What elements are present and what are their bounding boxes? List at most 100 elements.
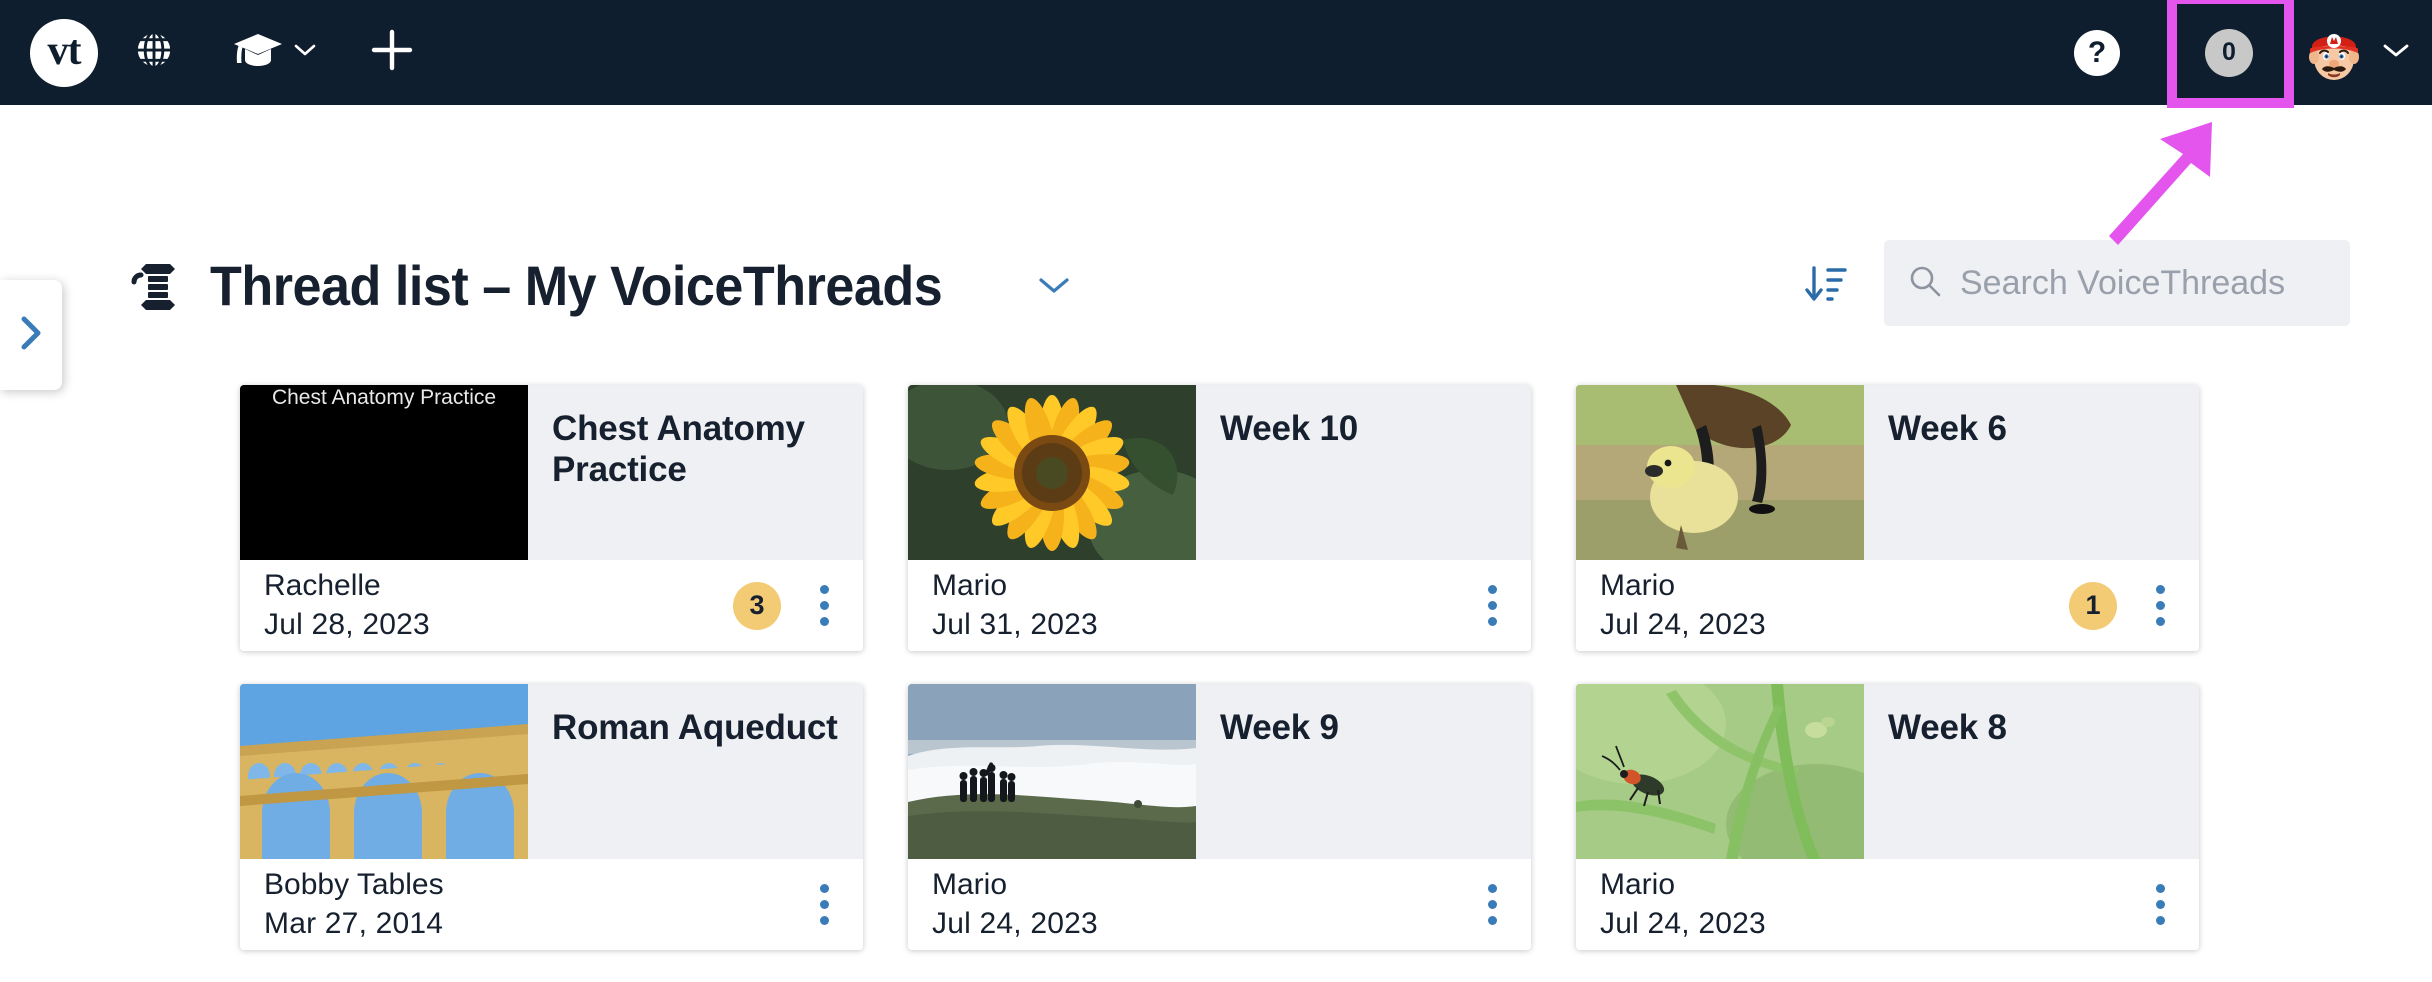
card-footer: Mario Jul 24, 2023 xyxy=(908,859,1531,950)
kebab-dot xyxy=(1487,585,1497,594)
page-title: Thread list – My VoiceThreads xyxy=(210,253,943,317)
top-navigation-bar: vt ? 0 xyxy=(0,0,2432,105)
help-button[interactable]: ? xyxy=(2074,29,2120,76)
comment-count-badge: 3 xyxy=(733,581,781,630)
notification-count-value: 0 xyxy=(2222,38,2236,66)
card-footer: Mario Jul 24, 2023 xyxy=(1576,859,2199,950)
card-top: Chest Anatomy Practice Chest Anatomy Pra… xyxy=(240,385,863,560)
card-top: Week 9 xyxy=(908,684,1531,859)
sort-button[interactable] xyxy=(1800,263,1852,309)
notification-count-button[interactable]: 0 xyxy=(2166,0,2292,105)
card-footer-actions: 1 xyxy=(2069,581,2177,630)
globe-nav-button[interactable] xyxy=(98,0,210,105)
search-box[interactable] xyxy=(1884,240,2350,326)
card-footer-actions xyxy=(2143,881,2177,929)
chevron-down-icon xyxy=(2382,42,2410,63)
kebab-dot xyxy=(2155,601,2165,610)
kebab-dot xyxy=(1487,884,1497,893)
thumbnail-beetle[interactable] xyxy=(1576,684,1864,859)
card-meta: Mario Jul 31, 2023 xyxy=(932,567,1098,644)
card-options-menu-button[interactable] xyxy=(1475,582,1509,630)
comment-count-value: 1 xyxy=(2085,590,2101,620)
courses-nav-button[interactable] xyxy=(210,0,338,105)
chevron-down-icon xyxy=(294,43,316,62)
comment-count-value: 3 xyxy=(749,590,765,620)
card-title: Week 10 xyxy=(1220,409,1359,448)
globe-icon xyxy=(131,27,177,78)
plus-icon xyxy=(369,27,415,78)
topbar-left-group: vt xyxy=(0,0,446,105)
kebab-dot xyxy=(2155,585,2165,594)
thumbnail-chest-anatomy-practice[interactable]: Chest Anatomy Practice xyxy=(240,385,528,560)
search-input[interactable] xyxy=(1960,263,2326,303)
page-header: Thread list – My VoiceThreads xyxy=(0,225,2432,345)
kebab-dot xyxy=(1487,916,1497,925)
question-mark-icon: ? xyxy=(2087,35,2107,69)
page-title-dropdown[interactable] xyxy=(1037,275,1071,295)
thumbnail-caption: Chest Anatomy Practice xyxy=(240,385,528,560)
card-options-menu-button[interactable] xyxy=(2143,582,2177,630)
card-top: Roman Aqueduct xyxy=(240,684,863,859)
card-date: Jul 28, 2023 xyxy=(264,607,430,641)
card-footer: Bobby Tables Mar 27, 2014 xyxy=(240,859,863,950)
voicethread-logo[interactable]: vt xyxy=(30,18,98,87)
kebab-dot xyxy=(2155,884,2165,893)
thread-card[interactable]: Week 8 Mario Jul 24, 2023 xyxy=(1576,684,2199,950)
topbar-right-group: ? 0 xyxy=(2074,0,2432,105)
kebab-dot xyxy=(819,617,829,626)
card-footer-actions: 3 xyxy=(733,581,841,630)
thumbnail-sunflower[interactable] xyxy=(908,385,1196,560)
page-title-group: Thread list – My VoiceThreads xyxy=(128,225,1071,345)
voicethread-logo-text: vt xyxy=(47,27,82,74)
card-footer: Rachelle Jul 28, 2023 3 xyxy=(240,560,863,651)
card-author: Rachelle xyxy=(264,569,381,603)
kebab-dot xyxy=(2155,617,2165,626)
graduation-cap-icon xyxy=(232,30,284,75)
kebab-dot xyxy=(2155,916,2165,925)
kebab-dot xyxy=(1487,900,1497,909)
thumbnail-gosling[interactable] xyxy=(1576,385,1864,560)
thread-card[interactable]: Week 9 Mario Jul 24, 2023 xyxy=(908,684,1531,950)
card-title: Week 6 xyxy=(1888,409,2007,448)
user-menu-button[interactable] xyxy=(2304,22,2410,83)
kebab-dot xyxy=(819,601,829,610)
card-meta: Mario Jul 24, 2023 xyxy=(1600,567,1766,644)
card-footer: Mario Jul 24, 2023 1 xyxy=(1576,560,2199,651)
thread-card[interactable]: Chest Anatomy Practice Chest Anatomy Pra… xyxy=(240,385,863,651)
comment-count-badge: 1 xyxy=(2069,581,2117,630)
thumbnail-cloudscape[interactable] xyxy=(908,684,1196,859)
card-meta: Rachelle Jul 28, 2023 xyxy=(264,567,430,644)
thumbnail-roman-aqueduct[interactable] xyxy=(240,684,528,859)
kebab-dot xyxy=(1487,617,1497,626)
mario-avatar xyxy=(2304,22,2364,83)
card-top: Week 10 xyxy=(908,385,1531,560)
card-options-menu-button[interactable] xyxy=(807,881,841,929)
sort-descending-icon xyxy=(1803,262,1849,311)
card-author: Mario xyxy=(932,569,1008,603)
card-title: Week 8 xyxy=(1888,708,2007,747)
kebab-dot xyxy=(1487,601,1497,610)
card-options-menu-button[interactable] xyxy=(1475,881,1509,929)
card-date: Jul 24, 2023 xyxy=(1600,607,1766,641)
card-date: Jul 24, 2023 xyxy=(1600,906,1766,940)
thread-card[interactable]: Week 6 Mario Jul 24, 2023 1 xyxy=(1576,385,2199,651)
card-date: Mar 27, 2014 xyxy=(264,906,444,940)
create-new-button[interactable] xyxy=(338,0,446,105)
thread-spool-icon xyxy=(128,255,184,316)
card-footer: Mario Jul 31, 2023 xyxy=(908,560,1531,651)
card-meta: Mario Jul 24, 2023 xyxy=(1600,866,1766,943)
thread-card[interactable]: Week 10 Mario Jul 31, 2023 xyxy=(908,385,1531,651)
card-options-menu-button[interactable] xyxy=(2143,881,2177,929)
card-options-menu-button[interactable] xyxy=(807,582,841,630)
card-meta: Mario Jul 24, 2023 xyxy=(932,866,1098,943)
card-footer-actions xyxy=(1475,582,1509,630)
card-title: Week 9 xyxy=(1220,708,1339,747)
card-title: Chest Anatomy Practice xyxy=(552,409,805,489)
kebab-dot xyxy=(2155,900,2165,909)
notification-count-badge: 0 xyxy=(2205,28,2253,77)
search-icon xyxy=(1908,264,1942,303)
kebab-dot xyxy=(819,900,829,909)
thread-card[interactable]: Roman Aqueduct Bobby Tables Mar 27, 2014 xyxy=(240,684,863,950)
card-footer-actions xyxy=(807,881,841,929)
card-date: Jul 31, 2023 xyxy=(932,607,1098,641)
